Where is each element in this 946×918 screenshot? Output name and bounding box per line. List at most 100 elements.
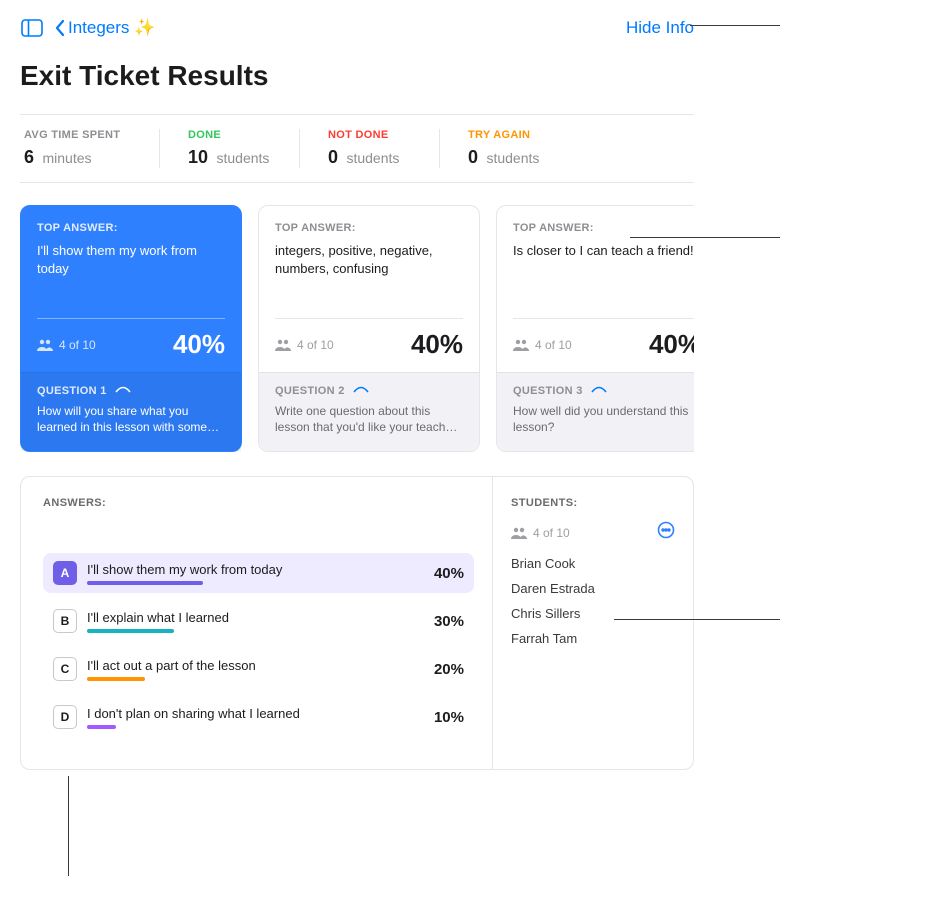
answer-letter-badge: C [53,657,77,681]
people-icon [37,339,53,351]
answers-panel: ANSWERS: A I'll show them my work from to… [20,476,694,770]
count-chip: 4 of 10 [275,338,334,352]
callout-line [68,776,69,876]
student-name[interactable]: Daren Estrada [511,581,675,596]
callout-line [614,619,780,620]
stat-value: 0 [468,147,478,167]
student-name[interactable]: Brian Cook [511,556,675,571]
percent: 40% [173,329,225,360]
answer-text: I'll explain what I learned [87,610,408,625]
answer-bar-fill [87,677,145,681]
message-icon[interactable] [657,521,675,544]
count-text: 4 of 10 [535,338,572,352]
app-frame: Integers ✨ Hide Info Exit Ticket Results… [0,0,710,852]
stat-label: NOT DONE [328,129,411,141]
top-answer-label: TOP ANSWER: [37,222,225,234]
stat-unit: minutes [42,150,91,166]
card-top: TOP ANSWER: integers, positive, negative… [259,206,479,318]
question-num-row: QUESTION 2 [275,385,463,397]
hide-info-button[interactable]: Hide Info [626,18,694,38]
answer-main: I don't plan on sharing what I learned [87,706,408,729]
students-meta: 4 of 10 [511,521,675,544]
stat-value: 0 [328,147,338,167]
question-text: How will you share what you learned in t… [37,403,225,435]
top-answer-text: I'll show them my work from today [37,242,225,277]
eye-icon [591,386,607,396]
question-text: How well did you understand this lesson? [513,403,694,435]
answer-percent: 30% [418,613,464,630]
back-label: Integers ✨ [68,18,155,38]
question-number: QUESTION 3 [513,385,583,397]
card-mid: 4 of 10 40% [259,319,479,372]
callout-line [690,25,780,26]
answer-bar [87,629,408,633]
student-name[interactable]: Farrah Tam [511,631,675,646]
answers-list: AI'll show them my work from today40%BI'… [43,553,474,737]
answer-letter-badge: A [53,561,77,585]
people-icon [511,527,527,539]
top-answer-label: TOP ANSWER: [275,222,463,234]
card-mid: 4 of 10 40% [497,319,694,372]
answer-bar [87,677,408,681]
answer-letter-badge: D [53,705,77,729]
count-chip: 4 of 10 [513,338,572,352]
stat-label: DONE [188,129,271,141]
answer-bar [87,725,408,729]
answer-percent: 40% [418,565,464,582]
eye-icon [353,386,369,396]
stat-done: DONE 10 students [160,129,300,168]
top-bar: Integers ✨ Hide Info [20,14,694,42]
answer-row-d[interactable]: D I don't plan on sharing what I learned 1… [43,697,474,737]
answers-label: ANSWERS: [43,497,474,509]
top-answer-text: integers, positive, negative, numbers, c… [275,242,463,277]
answer-percent: 20% [418,661,464,678]
stat-label: AVG TIME SPENT [24,129,131,141]
answer-main: I'll show them my work from today [87,562,408,585]
stat-value: 6 [24,147,34,167]
card-bottom: QUESTION 1 How will you share what you l… [21,372,241,451]
answer-main: I'll act out a part of the lesson [87,658,408,681]
sidebar-toggle-icon[interactable] [20,18,44,38]
page-title: Exit Ticket Results [20,60,694,92]
card-mid: 4 of 10 40% [21,319,241,372]
answer-percent: 10% [418,709,464,726]
stat-try-again: TRY AGAIN 0 students [440,129,580,168]
question-number: QUESTION 1 [37,385,107,397]
question-num-row: QUESTION 1 [37,385,225,397]
top-answer-label: TOP ANSWER: [513,222,694,234]
question-card-2[interactable]: TOP ANSWER: integers, positive, negative… [258,205,480,452]
answer-row-a[interactable]: A I'll show them my work from today 40% [43,553,474,593]
stat-value: 10 [188,147,208,167]
chevron-left-icon [54,19,66,37]
answer-text: I'll show them my work from today [87,562,408,577]
answer-bar [87,581,408,585]
eye-icon [115,386,131,396]
question-cards: TOP ANSWER: I'll show them my work from … [20,205,694,452]
students-section: STUDENTS: 4 of 10 Brian Cook Daren Estrad… [493,477,693,769]
count-chip: 4 of 10 [37,338,96,352]
answer-bar-fill [87,725,116,729]
answer-text: I'll act out a part of the lesson [87,658,408,673]
question-card-1[interactable]: TOP ANSWER: I'll show them my work from … [20,205,242,452]
answer-row-c[interactable]: C I'll act out a part of the lesson 20% [43,649,474,689]
answer-main: I'll explain what I learned [87,610,408,633]
students-label: STUDENTS: [511,497,675,509]
people-icon [275,339,291,351]
answer-row-b[interactable]: BI'll explain what I learned30% [43,601,474,641]
percent: 40% [411,329,463,360]
count-text: 4 of 10 [59,338,96,352]
count-text: 4 of 10 [297,338,334,352]
answer-bar-fill [87,581,203,585]
stat-unit: students [216,150,269,166]
stat-label: TRY AGAIN [468,129,552,141]
percent: 40% [649,329,694,360]
stat-unit: students [486,150,539,166]
question-text: Write one question about this lesson tha… [275,403,463,435]
top-bar-left: Integers ✨ [20,18,155,38]
stat-not-done: NOT DONE 0 students [300,129,440,168]
back-button[interactable]: Integers ✨ [54,18,155,38]
card-top: TOP ANSWER: Is closer to I can teach a f… [497,206,694,318]
card-bottom: QUESTION 3 How well did you understand t… [497,372,694,451]
students-list: Brian CookDaren EstradaChris SillersFarr… [511,556,675,646]
question-card-3[interactable]: TOP ANSWER: Is closer to I can teach a f… [496,205,694,452]
